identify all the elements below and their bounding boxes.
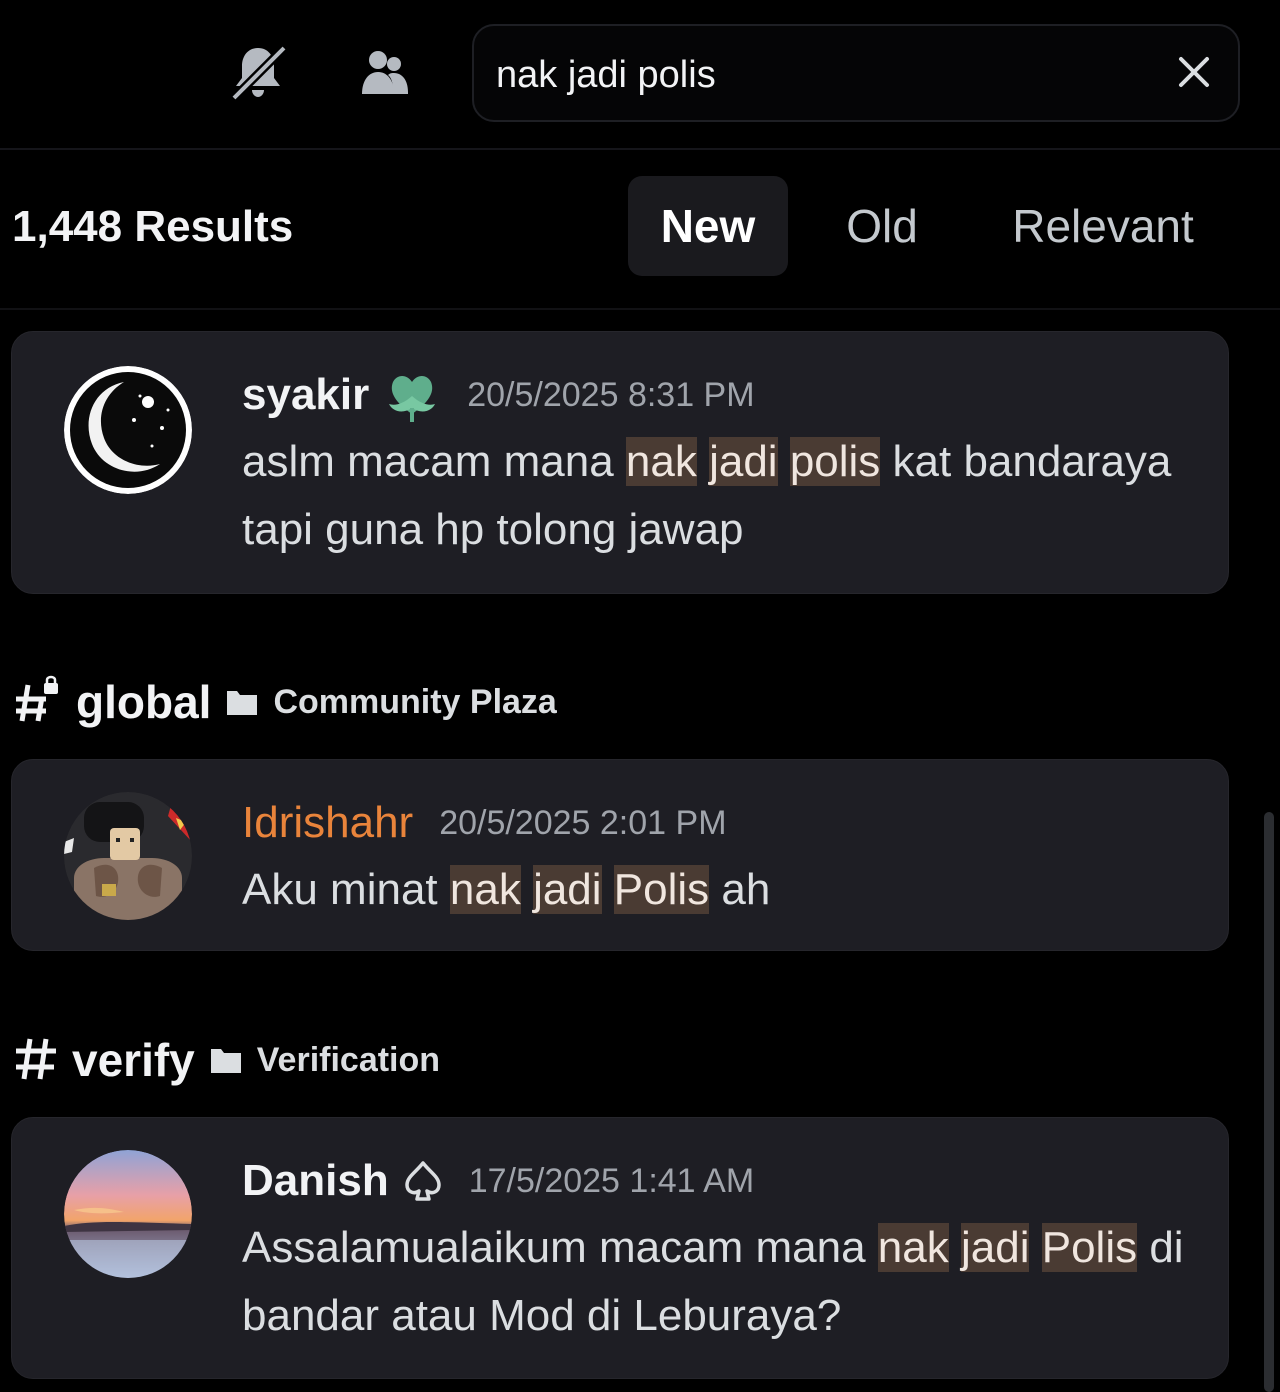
sort-tab-old[interactable]: Old — [810, 176, 954, 276]
text-segment — [602, 865, 614, 914]
members-icon — [354, 42, 414, 107]
text-segment: Assalamualaikum macam mana — [242, 1223, 878, 1272]
message-text: Assalamualaikum macam mana nak jadi Poli… — [242, 1214, 1202, 1350]
username[interactable]: syakir — [242, 370, 369, 420]
mute-notifications-button[interactable] — [226, 42, 290, 106]
search-highlight: nak — [877, 1223, 949, 1272]
channel-header-verify[interactable]: verify Verification — [14, 1030, 440, 1090]
sort-tab-new[interactable]: New — [628, 176, 788, 276]
avatar[interactable] — [64, 366, 192, 494]
search-result-card[interactable]: Idrishahr 20/5/2025 2:01 PM Aku minat na… — [11, 759, 1229, 951]
channel-name: verify — [72, 1034, 195, 1086]
search-highlight: jadi — [709, 437, 778, 486]
avatar[interactable] — [64, 1150, 192, 1278]
sort-tab-relevant[interactable]: Relevant — [990, 176, 1216, 276]
heart-flower-icon[interactable] — [383, 366, 441, 424]
hash-locked-icon — [14, 675, 62, 730]
search-highlight: jadi — [533, 865, 602, 914]
spade-icon[interactable] — [403, 1159, 443, 1203]
message-text: aslm macam mana nak jadi polis kat banda… — [242, 428, 1202, 564]
hash-icon — [14, 1033, 58, 1088]
member-list-button[interactable] — [352, 42, 416, 106]
text-segment — [949, 1223, 961, 1272]
username[interactable]: Danish — [242, 1156, 389, 1206]
message-header: syakir 20/5/2025 8:31 PM — [242, 362, 755, 428]
clear-search-button[interactable] — [1170, 50, 1218, 98]
search-highlight: jadi — [960, 1223, 1030, 1272]
scrollbar-thumb[interactable] — [1264, 812, 1274, 1392]
channel-name: global — [76, 676, 212, 728]
message-header: Danish 17/5/2025 1:41 AM — [242, 1148, 754, 1214]
bell-slash-icon — [228, 42, 288, 107]
text-segment — [778, 437, 790, 486]
category-name: Verification — [256, 1040, 441, 1079]
timestamp: 17/5/2025 1:41 AM — [468, 1161, 755, 1200]
text-segment: ah — [709, 865, 771, 914]
top-bar — [0, 0, 1280, 150]
text-segment — [1029, 1223, 1041, 1272]
results-header: 1,448 Results New Old Relevant — [0, 150, 1280, 310]
search-highlight: Polis — [613, 865, 710, 914]
message-header: Idrishahr 20/5/2025 2:01 PM — [242, 790, 727, 856]
search-result-card[interactable]: syakir 20/5/2025 8:31 PM aslm macam mana… — [11, 331, 1229, 594]
message-text: Aku minat nak jadi Polis ah — [242, 856, 1202, 924]
category-name: Community Plaza — [273, 682, 557, 721]
channel-header-global[interactable]: global Community Plaza — [14, 672, 557, 732]
search-result-card[interactable]: Danish 17/5/2025 1:41 AM Assalamualaikum… — [11, 1117, 1229, 1379]
results-count: 1,448 Results — [12, 202, 294, 251]
folder-icon — [209, 1045, 243, 1075]
text-segment: Aku minat — [242, 865, 450, 914]
username[interactable]: Idrishahr — [242, 798, 413, 848]
close-icon — [1177, 55, 1211, 94]
timestamp: 20/5/2025 2:01 PM — [439, 803, 727, 842]
search-highlight: nak — [449, 865, 521, 914]
search-highlight: nak — [625, 437, 697, 486]
text-segment — [521, 865, 533, 914]
search-highlight: polis — [789, 437, 881, 486]
timestamp: 20/5/2025 8:31 PM — [467, 375, 755, 414]
search-input[interactable] — [494, 44, 1158, 106]
avatar[interactable] — [64, 792, 192, 920]
search-highlight: Polis — [1041, 1223, 1138, 1272]
search-box — [472, 24, 1240, 122]
text-segment: aslm macam mana — [242, 437, 626, 486]
text-segment — [697, 437, 709, 486]
folder-icon — [225, 687, 259, 717]
